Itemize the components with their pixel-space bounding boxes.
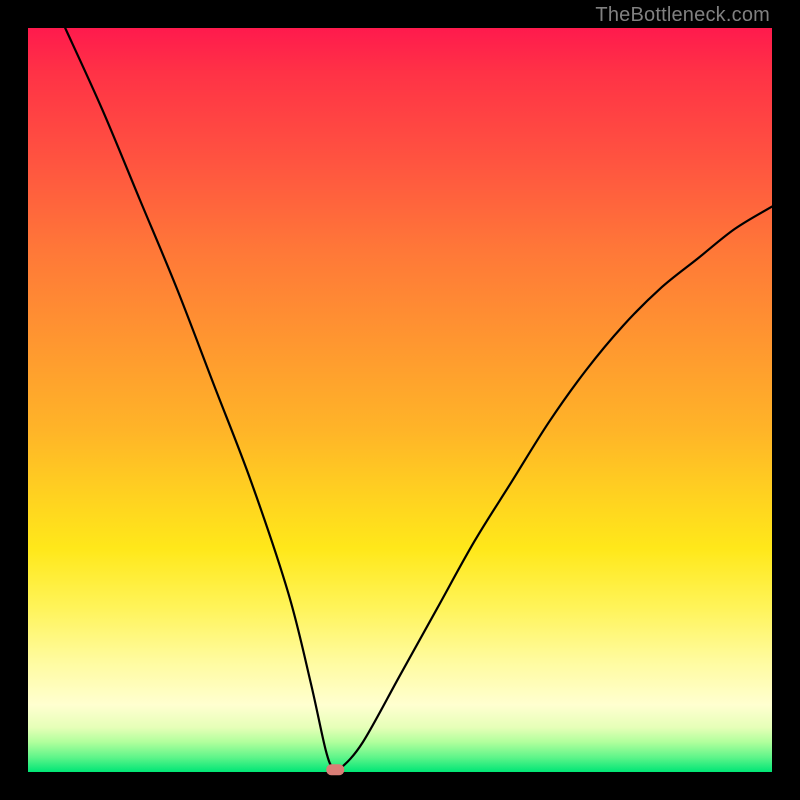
chart-frame: TheBottleneck.com <box>0 0 800 800</box>
curve-svg <box>28 28 772 772</box>
watermark-text: TheBottleneck.com <box>595 4 770 27</box>
plot-area <box>28 28 772 772</box>
bottleneck-curve <box>65 28 772 771</box>
min-marker <box>326 764 344 775</box>
